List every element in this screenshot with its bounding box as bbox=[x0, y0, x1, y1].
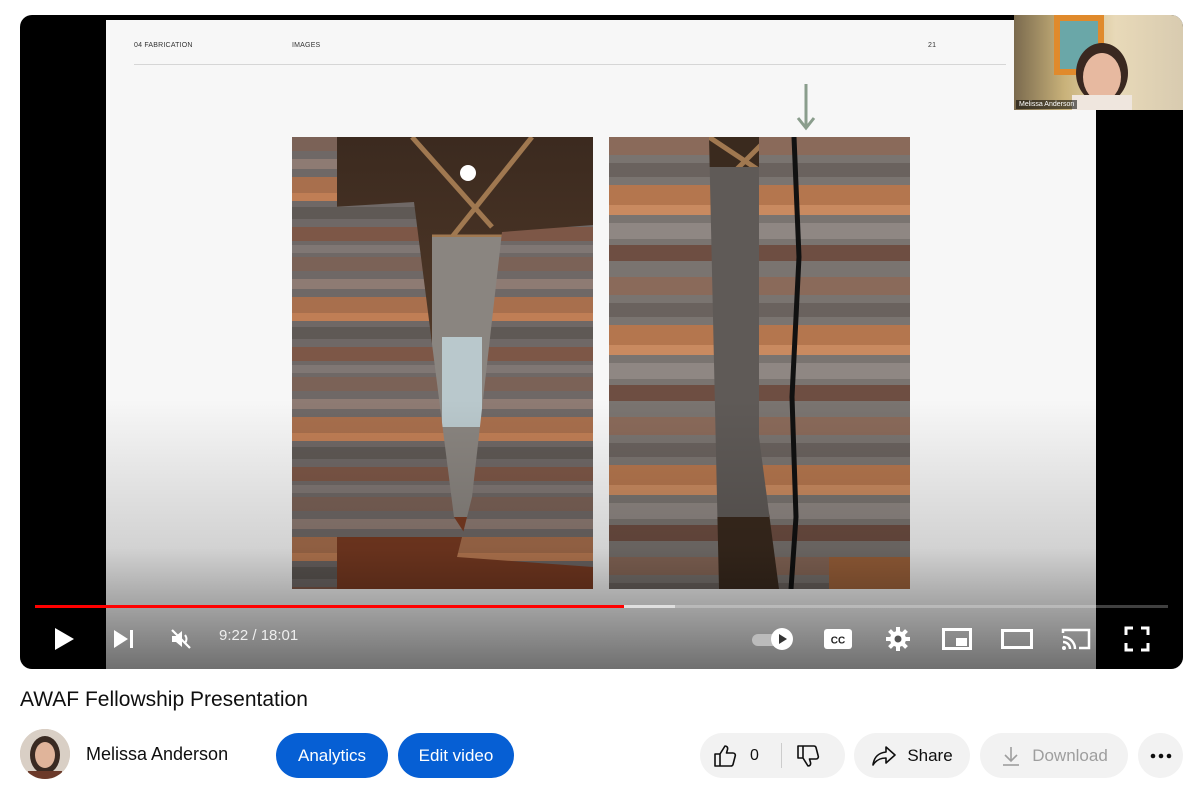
autoplay-toggle[interactable] bbox=[750, 619, 796, 659]
thumbs-up-icon bbox=[714, 744, 737, 767]
theater-icon bbox=[1001, 629, 1033, 649]
captions-icon: CC bbox=[824, 629, 852, 649]
edit-video-button[interactable]: Edit video bbox=[398, 733, 514, 778]
webcam-inset: Melissa Anderson bbox=[1014, 15, 1183, 110]
slide-section-label: 04 FABRICATION bbox=[134, 42, 193, 49]
channel-avatar-image bbox=[20, 729, 70, 779]
share-label: Share bbox=[907, 745, 953, 765]
slide-category-label: IMAGES bbox=[292, 42, 321, 49]
autoplay-toggle-icon bbox=[752, 628, 793, 650]
dislike-button[interactable] bbox=[795, 733, 835, 778]
captions-button[interactable]: CC bbox=[820, 619, 856, 659]
settings-button[interactable] bbox=[880, 619, 916, 659]
analytics-button[interactable]: Analytics bbox=[276, 733, 388, 778]
share-arrow-icon bbox=[872, 745, 897, 766]
muted-speaker-icon bbox=[171, 629, 191, 649]
progress-bar[interactable] bbox=[35, 605, 1168, 608]
gear-icon bbox=[886, 627, 910, 651]
share-button[interactable]: Share bbox=[854, 733, 970, 778]
more-dots-icon bbox=[1150, 753, 1171, 758]
download-icon bbox=[1003, 746, 1020, 766]
like-dislike-group: 0 bbox=[700, 733, 845, 778]
video-player[interactable]: 04 FABRICATION IMAGES 21 Melissa Anderso… bbox=[20, 15, 1183, 669]
fullscreen-button[interactable] bbox=[1119, 619, 1155, 659]
fullscreen-icon bbox=[1124, 626, 1150, 652]
presenter-webcam-image bbox=[1054, 15, 1132, 110]
miniplayer-button[interactable] bbox=[939, 619, 975, 659]
like-button[interactable]: 0 bbox=[712, 733, 777, 778]
download-label: Download bbox=[1032, 745, 1108, 765]
miniplayer-icon bbox=[942, 628, 972, 650]
theater-mode-button[interactable] bbox=[999, 619, 1035, 659]
next-button[interactable] bbox=[106, 619, 142, 659]
download-button[interactable]: Download bbox=[980, 733, 1128, 778]
avatar[interactable] bbox=[20, 729, 70, 779]
webcam-name-label: Melissa Anderson bbox=[1016, 100, 1078, 109]
video-title: AWAF Fellowship Presentation bbox=[20, 688, 308, 711]
play-button[interactable] bbox=[46, 619, 82, 659]
slide-page-number: 21 bbox=[928, 42, 937, 49]
next-icon bbox=[114, 630, 133, 648]
slide-divider bbox=[134, 64, 1006, 65]
down-arrow-icon bbox=[796, 84, 816, 131]
time-display: 9:22 / 18:01 bbox=[219, 627, 299, 644]
play-icon bbox=[55, 628, 74, 650]
slide-header: 04 FABRICATION IMAGES 21 bbox=[134, 42, 1096, 56]
thumbs-down-icon bbox=[797, 744, 820, 767]
cast-button[interactable] bbox=[1058, 619, 1094, 659]
like-separator bbox=[781, 743, 782, 768]
captions-text: CC bbox=[831, 636, 845, 647]
more-actions-button[interactable] bbox=[1138, 733, 1183, 778]
progress-played bbox=[35, 605, 625, 608]
cast-icon bbox=[1061, 628, 1091, 650]
like-count: 0 bbox=[750, 746, 759, 764]
channel-name[interactable]: Melissa Anderson bbox=[86, 744, 228, 765]
mute-button[interactable] bbox=[163, 619, 199, 659]
